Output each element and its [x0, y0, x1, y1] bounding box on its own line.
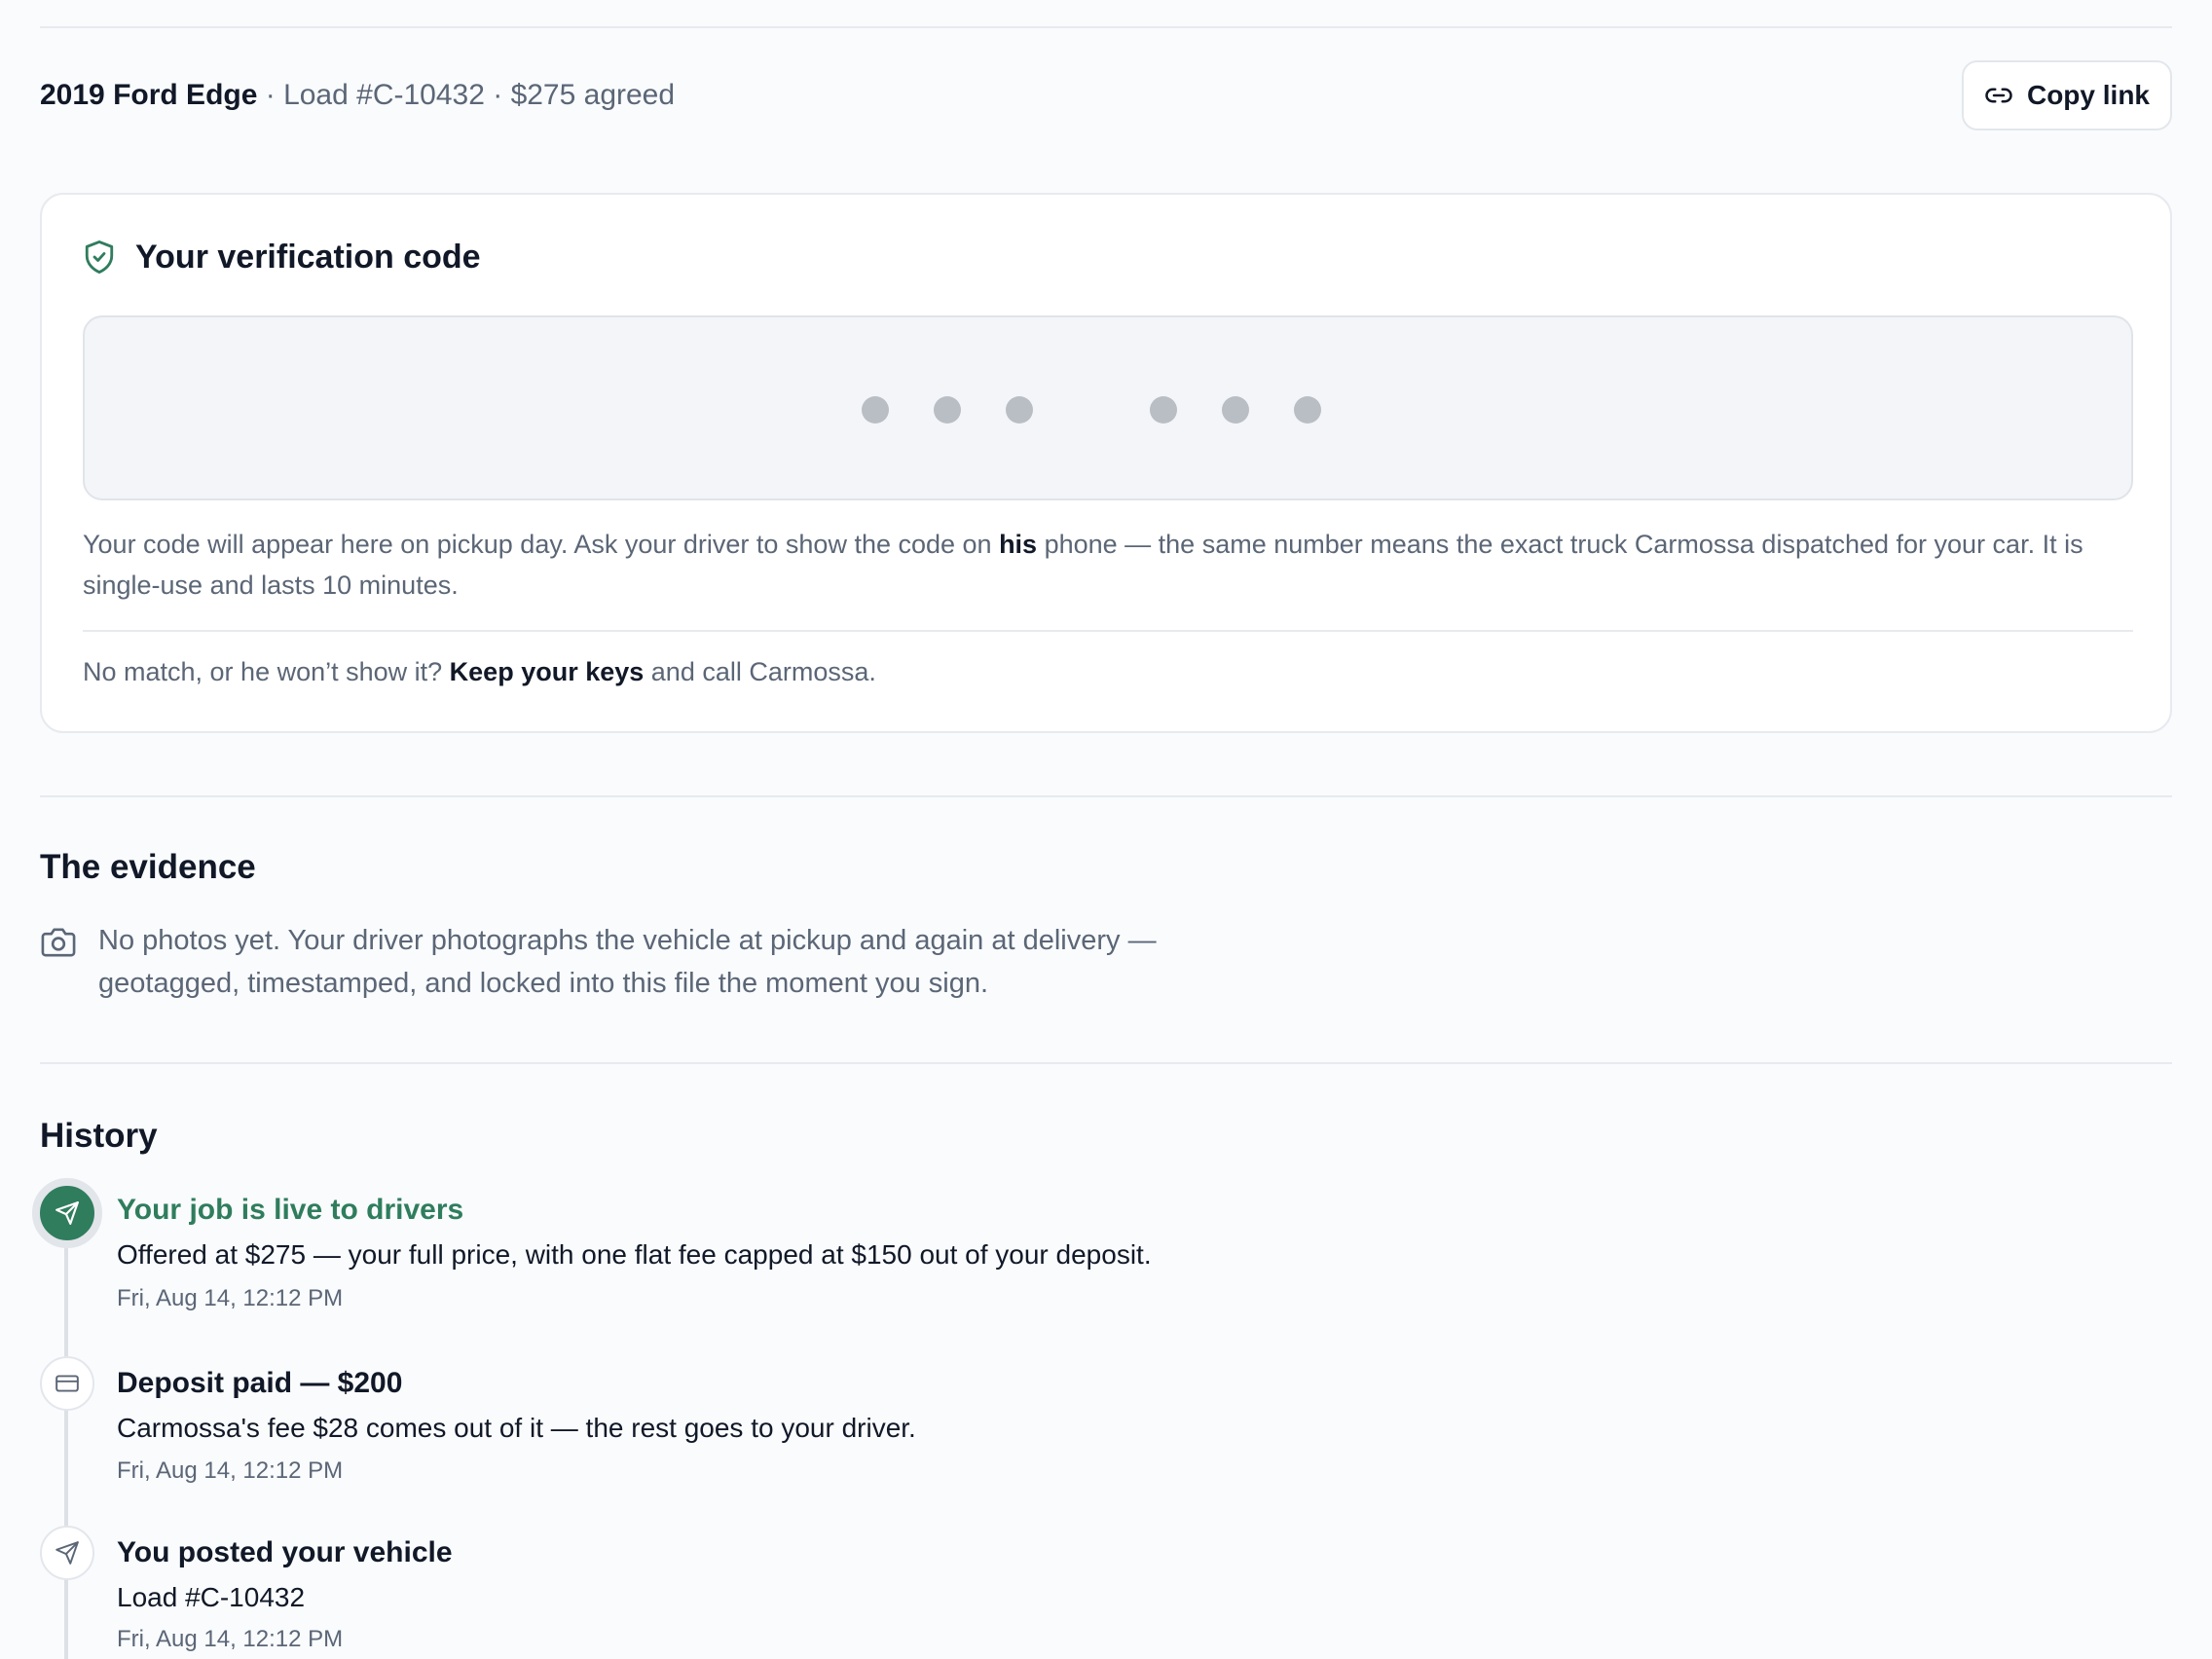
top-divider — [40, 26, 2172, 28]
code-digit-placeholder — [934, 396, 961, 424]
section-divider — [40, 1062, 2172, 1064]
load-meta: · Load #C-10432 · $275 agreed — [257, 79, 676, 111]
code-digit-placeholder — [1222, 396, 1249, 424]
event-timestamp: Fri, Aug 14, 12:12 PM — [117, 1626, 344, 1652]
event-marker — [32, 1178, 102, 1248]
event-title: Your job is live to drivers — [117, 1194, 464, 1226]
event-description: Offered at $275 — your full price, with … — [117, 1239, 1152, 1270]
verification-heading: Your verification code — [83, 238, 481, 276]
event-marker — [40, 1526, 94, 1580]
send-icon — [55, 1541, 79, 1565]
event-timestamp: Fri, Aug 14, 12:12 PM — [117, 1285, 344, 1311]
verification-code-display — [83, 315, 2133, 500]
evidence-title: The evidence — [40, 848, 256, 886]
warning-emphasis: Keep your keys — [449, 657, 645, 686]
vehicle-name: 2019 Ford Edge — [40, 79, 258, 111]
verification-title: Your verification code — [135, 239, 481, 276]
copy-link-label: Copy link — [2026, 80, 2150, 110]
section-divider — [40, 795, 2172, 797]
evidence-empty-state: No photos yet. Your driver photographs t… — [40, 919, 1228, 1005]
code-digit-placeholder — [1150, 396, 1177, 424]
mismatch-warning: No match, or he won’t show it? Keep your… — [83, 652, 876, 691]
warning-text: and call Carmossa. — [644, 657, 876, 686]
camera-icon — [41, 928, 76, 957]
description-text: Your code will appear here on pickup day… — [83, 530, 1000, 559]
load-summary: 2019 Ford Edge · Load #C-10432 · $275 ag… — [40, 76, 675, 115]
shield-check-icon — [85, 240, 114, 275]
event-description: Carmossa's fee $28 comes out of it — the… — [117, 1413, 916, 1443]
link-icon — [1985, 88, 2012, 103]
verification-description: Your code will appear here on pickup day… — [83, 524, 2137, 606]
load-header: 2019 Ford Edge · Load #C-10432 · $275 ag… — [40, 60, 2172, 132]
event-title: Deposit paid — $200 — [117, 1367, 403, 1399]
send-icon — [55, 1201, 79, 1225]
timeline-line — [64, 1236, 68, 1659]
code-digit-placeholder — [1006, 396, 1033, 424]
verification-card: Your verification code Your code will ap… — [40, 193, 2172, 733]
credit-card-icon — [55, 1375, 79, 1392]
copy-link-button[interactable]: Copy link — [1962, 60, 2172, 130]
warning-text: No match, or he won’t show it? — [83, 657, 450, 686]
event-timestamp: Fri, Aug 14, 12:12 PM — [117, 1457, 344, 1484]
event-marker — [40, 1356, 94, 1411]
event-title: You posted your vehicle — [117, 1536, 453, 1568]
description-emphasis: his — [999, 530, 1038, 559]
code-digit-placeholder — [862, 396, 889, 424]
code-digit-placeholder — [1294, 396, 1321, 424]
evidence-text: No photos yet. Your driver photographs t… — [98, 925, 1157, 999]
event-description: Load #C-10432 — [117, 1582, 306, 1612]
history-title: History — [40, 1117, 158, 1155]
card-divider — [83, 630, 2133, 632]
